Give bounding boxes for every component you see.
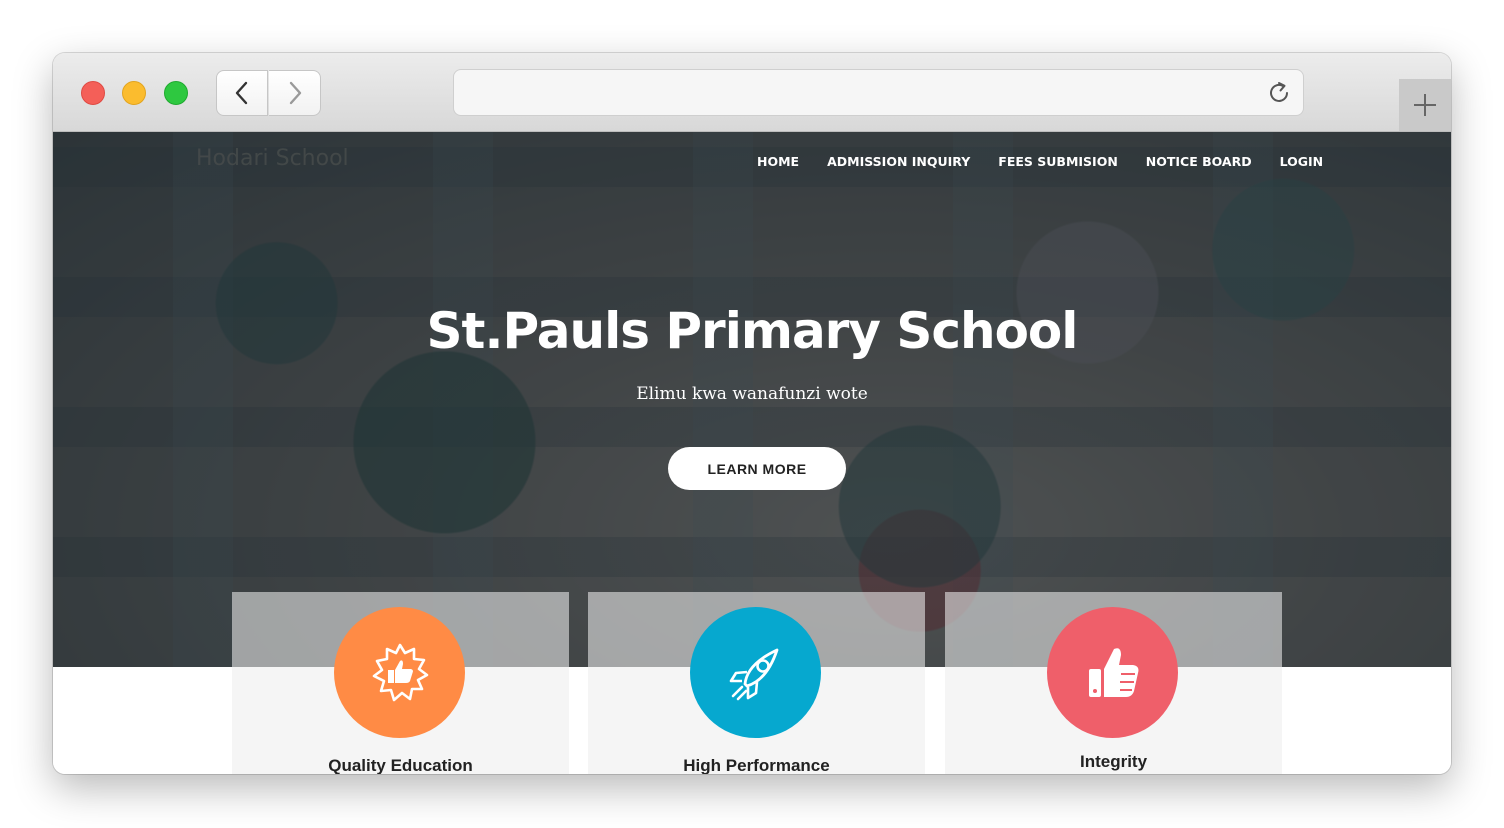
learn-more-button[interactable]: LEARN MORE: [668, 447, 846, 490]
plus-icon: [1414, 94, 1436, 116]
nav-login[interactable]: LOGIN: [1280, 154, 1324, 169]
chevron-right-icon: [289, 81, 301, 105]
feature-title: High Performance: [683, 756, 830, 774]
minimize-window-button[interactable]: [122, 81, 146, 105]
nav-notice-board[interactable]: NOTICE BOARD: [1146, 154, 1252, 169]
feature-icon-circle: [1047, 607, 1178, 738]
award-thumbs-up-icon: [372, 643, 428, 701]
nav-home[interactable]: HOME: [757, 154, 799, 169]
close-window-button[interactable]: [81, 81, 105, 105]
browser-window: Hodari School HOME ADMISSION INQUIRY FEE…: [53, 53, 1451, 774]
address-bar[interactable]: [453, 69, 1304, 116]
nav-admission-inquiry[interactable]: ADMISSION INQUIRY: [827, 154, 970, 169]
site-brand[interactable]: Hodari School: [196, 146, 349, 171]
hero-subtitle: Elimu kwa wanafunzi wote: [636, 384, 868, 404]
browser-toolbar: [53, 53, 1451, 132]
feature-card-quality-education: Quality Education: [232, 592, 569, 774]
chevron-left-icon: [235, 81, 248, 105]
feature-card-integrity: Integrity: [945, 592, 1282, 774]
page-content: Hodari School HOME ADMISSION INQUIRY FEE…: [53, 132, 1451, 774]
hero-section: Hodari School HOME ADMISSION INQUIRY FEE…: [53, 132, 1451, 667]
main-nav: HOME ADMISSION INQUIRY FEES SUBMISION NO…: [743, 154, 1337, 169]
zoom-window-button[interactable]: [164, 81, 188, 105]
forward-button[interactable]: [269, 70, 321, 116]
feature-title: Integrity: [1079, 752, 1148, 771]
reload-icon[interactable]: [1265, 79, 1293, 107]
rocket-icon: [729, 648, 778, 700]
thumbs-up-icon: [1088, 647, 1138, 697]
feature-title: Quality Education: [328, 756, 473, 774]
hero-title: St.Pauls Primary School: [426, 302, 1079, 360]
back-button[interactable]: [216, 70, 268, 116]
feature-icon-circle: [690, 607, 821, 738]
nav-fees-submision[interactable]: FEES SUBMISION: [998, 154, 1117, 169]
new-tab-button[interactable]: [1399, 79, 1451, 131]
feature-card-high-performance: High Performance: [588, 592, 925, 774]
feature-icon-circle: [334, 607, 465, 738]
